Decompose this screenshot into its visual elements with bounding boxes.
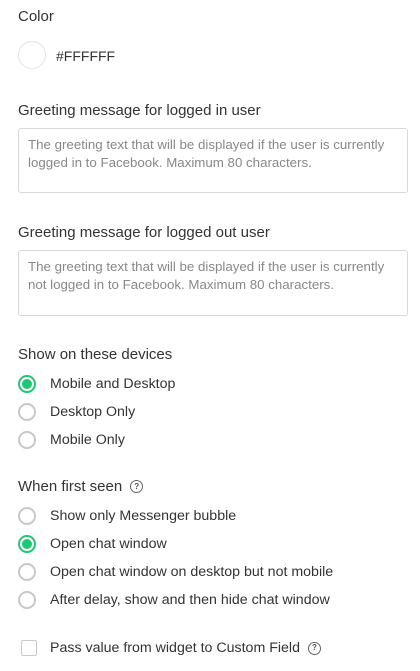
widget-settings-panel: Color #FFFFFF Greeting message for logge… xyxy=(0,0,420,671)
pass-value-checkbox[interactable] xyxy=(21,640,37,656)
first-seen-label: When first seen xyxy=(18,478,123,495)
radio-show-only-bubble[interactable]: Show only Messenger bubble xyxy=(18,504,236,528)
radio-after-delay[interactable]: After delay, show and then hide chat win… xyxy=(18,588,330,612)
radio-label: Show only Messenger bubble xyxy=(50,508,237,524)
radio-label: Open chat window xyxy=(50,536,167,552)
radio-label: Open chat window on desktop but not mobi… xyxy=(50,564,334,580)
greeting-logged-in-label: Greeting message for logged in user xyxy=(18,102,261,119)
radio-label: After delay, show and then hide chat win… xyxy=(50,592,330,608)
color-hex-value: #FFFFFF xyxy=(56,48,116,64)
radio-mobile-only[interactable]: Mobile Only xyxy=(18,428,125,452)
radio-button[interactable] xyxy=(18,403,36,421)
pass-value-label: Pass value from widget to Custom Field xyxy=(50,640,300,656)
radio-button-selected[interactable] xyxy=(18,535,36,553)
radio-button[interactable] xyxy=(18,591,36,609)
radio-button[interactable] xyxy=(18,563,36,581)
greeting-logged-out-label: Greeting message for logged out user xyxy=(18,224,270,241)
devices-label: Show on these devices xyxy=(18,346,173,363)
color-swatch[interactable] xyxy=(18,41,46,69)
radio-label: Mobile and Desktop xyxy=(50,376,176,392)
radio-desktop-only[interactable]: Desktop Only xyxy=(18,400,135,424)
first-seen-header: When first seen ? xyxy=(18,478,144,495)
radio-mobile-and-desktop[interactable]: Mobile and Desktop xyxy=(18,372,175,396)
help-icon[interactable]: ? xyxy=(130,480,144,493)
radio-button[interactable] xyxy=(18,507,36,525)
radio-label: Mobile Only xyxy=(50,432,125,448)
greeting-logged-out-textarea[interactable] xyxy=(18,250,408,316)
radio-open-desktop-not-mobile[interactable]: Open chat window on desktop but not mobi… xyxy=(18,560,333,584)
pass-value-checkbox-row[interactable]: Pass value from widget to Custom Field ? xyxy=(21,636,321,660)
radio-button-selected[interactable] xyxy=(18,375,36,393)
greeting-logged-in-textarea[interactable] xyxy=(18,128,408,193)
radio-label: Desktop Only xyxy=(50,404,136,420)
help-icon[interactable]: ? xyxy=(307,641,321,655)
radio-open-chat-window[interactable]: Open chat window xyxy=(18,532,167,556)
color-label: Color xyxy=(18,8,54,25)
radio-button[interactable] xyxy=(18,431,36,449)
